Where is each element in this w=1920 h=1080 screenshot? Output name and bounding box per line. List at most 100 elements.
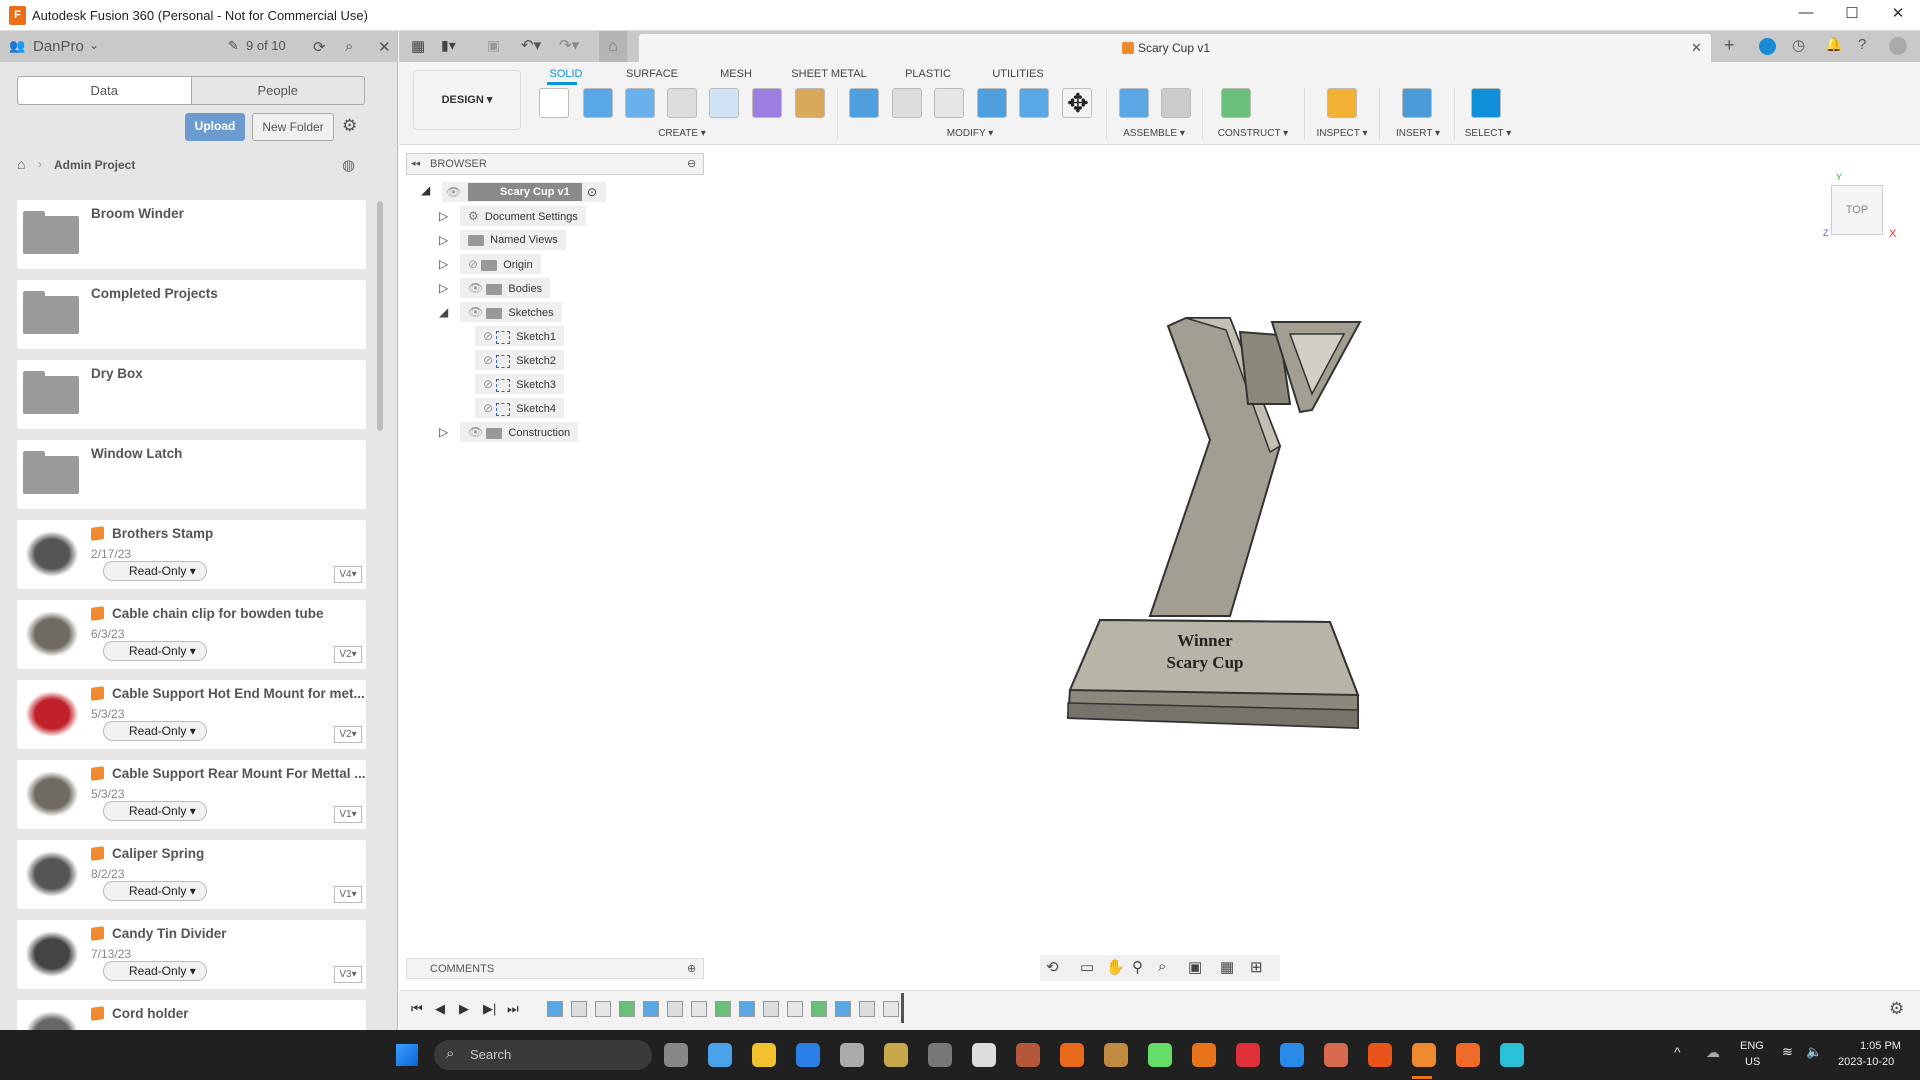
group-inspect[interactable]: INSPECT ▾: [1317, 128, 1368, 139]
version-dropdown[interactable]: V2▾: [334, 726, 362, 743]
access-dropdown[interactable]: Read-Only ▾: [103, 801, 207, 821]
home-icon[interactable]: ⌂: [17, 156, 25, 172]
timeline-end-icon[interactable]: ⏭: [507, 1001, 519, 1017]
access-dropdown[interactable]: Read-Only ▾: [103, 561, 207, 581]
design-file-item[interactable]: Cable Support Hot End Mount for met... 5…: [17, 680, 366, 749]
upload-button[interactable]: Upload: [185, 113, 245, 141]
maximize-button[interactable]: ☐: [1832, 4, 1872, 26]
offset-plane-icon[interactable]: [1221, 88, 1251, 118]
expand-node-icon[interactable]: ▷: [439, 233, 448, 247]
job-status-icon[interactable]: ◷: [1792, 36, 1805, 54]
home-view-icon[interactable]: ⌂: [599, 31, 627, 62]
expand-root-icon[interactable]: ◢: [421, 183, 430, 197]
browser-node[interactable]: ⊘ Sketch3: [475, 374, 564, 394]
tab-solid[interactable]: SOLID: [549, 68, 582, 80]
press-pull-icon[interactable]: [849, 88, 879, 118]
taskbar-app-icon[interactable]: [840, 1043, 864, 1067]
tree-root[interactable]: 👁 Scary Cup v1 ⊙: [442, 182, 606, 202]
revolve-icon[interactable]: [625, 88, 655, 118]
tab-sheet-metal[interactable]: SHEET METAL: [791, 68, 866, 80]
minimize-browser-icon[interactable]: ⊖: [687, 157, 696, 170]
browser-node[interactable]: ⊘ Sketch4: [475, 398, 564, 418]
expand-node-icon[interactable]: ▷: [439, 257, 448, 271]
version-dropdown[interactable]: V1▾: [334, 886, 362, 903]
minimize-button[interactable]: —: [1786, 4, 1826, 26]
extensions-icon[interactable]: [1759, 38, 1776, 55]
timeline-feature[interactable]: [643, 1001, 659, 1017]
select-icon[interactable]: [1471, 88, 1501, 118]
redo-icon[interactable]: ↷▾: [559, 36, 579, 54]
taskbar-app-icon[interactable]: [884, 1043, 908, 1067]
fillet-icon[interactable]: [892, 88, 922, 118]
access-dropdown[interactable]: Read-Only ▾: [103, 721, 207, 741]
tab-data[interactable]: Data: [18, 77, 192, 104]
tray-overflow-icon[interactable]: ^: [1674, 1044, 1681, 1060]
help-icon[interactable]: ?: [1858, 36, 1866, 53]
visibility-icon[interactable]: 👁: [468, 281, 483, 295]
joint-icon[interactable]: [1161, 88, 1191, 118]
comments-panel[interactable]: COMMENTS ⊕: [406, 958, 704, 979]
expand-node-icon[interactable]: ▷: [439, 281, 448, 295]
taskbar-app-icon[interactable]: [1236, 1043, 1260, 1067]
viewports-icon[interactable]: ⊞: [1250, 958, 1263, 976]
browser-node[interactable]: 👁 Construction: [460, 422, 579, 442]
viewcube[interactable]: TOP: [1831, 185, 1883, 235]
taskbar-app-icon[interactable]: [1368, 1043, 1392, 1067]
timeline-feature[interactable]: [883, 1001, 899, 1017]
group-create[interactable]: CREATE ▾: [658, 128, 706, 139]
access-dropdown[interactable]: Read-Only ▾: [103, 961, 207, 981]
hole-icon[interactable]: [667, 88, 697, 118]
taskbar-search[interactable]: ⌕ Search: [434, 1040, 652, 1070]
timeline-feature[interactable]: [547, 1001, 563, 1017]
visibility-icon[interactable]: ⊘: [483, 353, 493, 367]
visibility-icon[interactable]: ⊘: [483, 401, 493, 415]
taskbar-app-icon[interactable]: [972, 1043, 996, 1067]
folder-item[interactable]: Window Latch: [17, 440, 366, 509]
shell-icon[interactable]: [934, 88, 964, 118]
group-insert[interactable]: INSERT ▾: [1396, 128, 1440, 139]
browser-panel-header[interactable]: ◂◂ BROWSER ⊖: [406, 153, 704, 175]
design-file-item[interactable]: Cord holder: [17, 1000, 366, 1030]
start-icon[interactable]: [396, 1044, 418, 1066]
group-construct[interactable]: CONSTRUCT ▾: [1218, 128, 1288, 139]
breadcrumb-project[interactable]: Admin Project: [54, 158, 135, 172]
design-file-item[interactable]: Caliper Spring 8/2/23 Read-Only ▾ V1▾: [17, 840, 366, 909]
timeline-feature[interactable]: [835, 1001, 851, 1017]
language-line2[interactable]: US: [1745, 1056, 1760, 1068]
workspace-selector[interactable]: DESIGN ▾: [413, 70, 521, 130]
notifications-icon[interactable]: 🔔: [1825, 36, 1842, 53]
taskbar-app-icon[interactable]: [1456, 1043, 1480, 1067]
browser-node[interactable]: ⊘ Origin: [460, 254, 541, 274]
close-tab-icon[interactable]: ✕: [1691, 40, 1702, 56]
pattern-icon[interactable]: [709, 88, 739, 118]
timeline-marker[interactable]: [901, 993, 904, 1023]
timeline-prev-icon[interactable]: ◀: [435, 1001, 445, 1017]
language-line1[interactable]: ENG: [1740, 1040, 1764, 1052]
group-modify[interactable]: MODIFY ▾: [947, 128, 994, 139]
browser-node[interactable]: ⊘ Sketch1: [475, 326, 564, 346]
timeline-feature[interactable]: [763, 1001, 779, 1017]
timeline-feature[interactable]: [811, 1001, 827, 1017]
design-file-item[interactable]: Cable chain clip for bowden tube 6/3/23 …: [17, 600, 366, 669]
taskbar-app-icon[interactable]: [708, 1043, 732, 1067]
timeline-feature[interactable]: [859, 1001, 875, 1017]
refresh-icon[interactable]: ⟳: [313, 38, 326, 56]
group-assemble[interactable]: ASSEMBLE ▾: [1123, 128, 1185, 139]
taskbar-app-icon[interactable]: [1280, 1043, 1304, 1067]
wifi-icon[interactable]: ≋: [1782, 1044, 1793, 1060]
taskbar-app-icon[interactable]: [1500, 1043, 1524, 1067]
close-panel-icon[interactable]: ✕: [378, 38, 391, 56]
folder-item[interactable]: Completed Projects: [17, 280, 366, 349]
taskbar-app-icon[interactable]: [928, 1043, 952, 1067]
visibility-icon[interactable]: ⊘: [483, 377, 493, 391]
taskbar-app-icon[interactable]: [1324, 1043, 1348, 1067]
taskbar-app-icon[interactable]: [1412, 1043, 1436, 1067]
offset-face-icon[interactable]: [1019, 88, 1049, 118]
version-dropdown[interactable]: V2▾: [334, 646, 362, 663]
timeline-start-icon[interactable]: ⏮: [411, 1001, 423, 1017]
timeline-feature[interactable]: [619, 1001, 635, 1017]
form-icon[interactable]: [752, 88, 782, 118]
design-file-item[interactable]: Brothers Stamp 2/17/23 Read-Only ▾ V4▾: [17, 520, 366, 589]
pan-icon[interactable]: ✋: [1106, 958, 1125, 976]
visibility-icon[interactable]: ⊘: [468, 257, 478, 271]
